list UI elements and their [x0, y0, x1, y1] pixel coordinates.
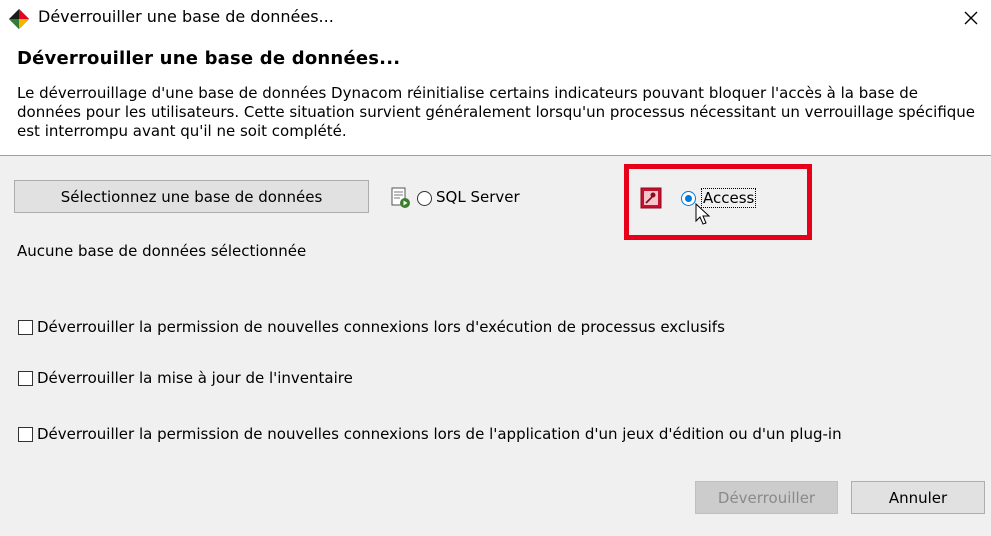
checkbox[interactable] — [18, 370, 33, 386]
option-edition-plugin[interactable]: Déverrouiller la permission de nouvelles… — [18, 423, 842, 445]
option-label[interactable]: Déverrouiller la mise à jour de l'invent… — [37, 369, 353, 387]
close-icon — [964, 11, 977, 25]
database-status-text: Aucune base de données sélectionnée — [17, 242, 307, 260]
checkbox[interactable] — [18, 319, 33, 335]
app-diamond-icon — [9, 9, 29, 29]
sql-server-radio[interactable] — [417, 191, 432, 206]
sql-server-icon — [391, 187, 410, 208]
select-database-button[interactable]: Sélectionnez une base de données — [14, 180, 369, 213]
option-label[interactable]: Déverrouiller la permission de nouvelles… — [37, 318, 725, 336]
option-exclusive-processes[interactable]: Déverrouiller la permission de nouvelles… — [18, 316, 725, 338]
close-button[interactable] — [950, 0, 991, 36]
sql-server-label[interactable]: SQL Server — [436, 188, 520, 206]
checkbox[interactable] — [18, 426, 33, 442]
dialog-content: Sélectionnez une base de données SQL Ser… — [0, 155, 991, 536]
cancel-button[interactable]: Annuler — [851, 481, 985, 514]
unlock-button[interactable]: Déverrouiller — [695, 481, 838, 514]
window-title: Déverrouiller une base de données... — [38, 7, 334, 26]
mouse-pointer-icon — [695, 203, 711, 225]
highlight-annotation — [624, 164, 812, 240]
title-bar: Déverrouiller une base de données... — [0, 0, 991, 36]
dialog-heading: Déverrouiller une base de données... — [17, 48, 401, 69]
dialog-description: Le déverrouillage d'une base de données … — [17, 84, 976, 140]
option-inventory-update[interactable]: Déverrouiller la mise à jour de l'invent… — [18, 367, 353, 389]
dialog-header: Déverrouiller une base de données... Le … — [0, 36, 991, 154]
option-label[interactable]: Déverrouiller la permission de nouvelles… — [37, 425, 842, 443]
